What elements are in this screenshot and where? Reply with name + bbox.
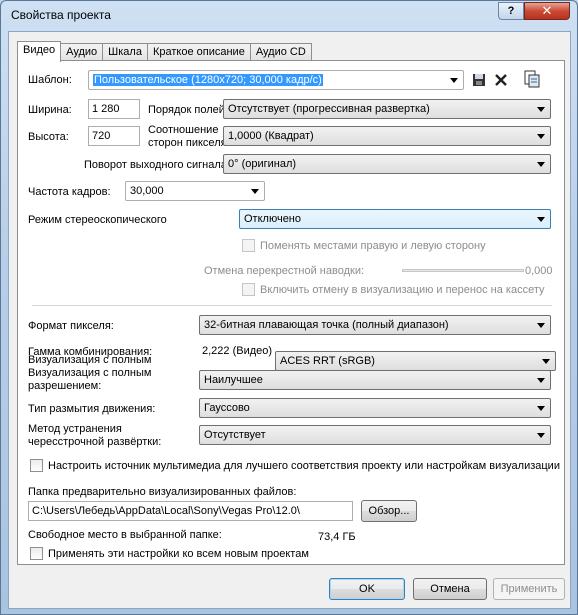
chevron-down-icon [537,134,545,139]
title-bar[interactable]: Свойства проекта ? ✕ [1,1,577,31]
pixel-format-combo[interactable]: 32-битная плавающая точка (полный диапаз… [199,315,551,335]
prerender-folder-input[interactable]: C:\Users\Лебедь\AppData\Local\Sony\Vegas… [28,501,353,521]
pixel-aspect-label-line1: Соотношение [148,124,219,136]
output-rotation-combo[interactable]: 0° (оригинал) [223,154,551,174]
motion-blur-label: Тип размытия движения: [28,403,156,415]
width-label: Ширина: [28,104,72,116]
help-button[interactable]: ? [498,2,524,20]
tab-ruler[interactable]: Шкала [102,43,148,61]
chevron-down-icon [537,323,545,328]
apply-all-checkbox[interactable] [30,547,43,560]
apply-all-label: Применять эти настройки ко всем новым пр… [48,548,309,560]
crosstalk-render-checkbox[interactable] [242,283,255,296]
template-value: Пользовательское (1280x720; 30,000 кадр/… [93,74,323,86]
frame-rate-combo[interactable]: 30,000 [125,181,265,201]
height-input[interactable]: 720 [88,126,140,146]
stereo-mode-label: Режим стереоскопического [28,214,167,226]
deinterlace-value: Отсутствует [204,429,266,441]
deinterlace-combo[interactable]: Отсутствует [199,425,551,445]
crosstalk-render-label: Включить отмену в визуализацию и перенос… [260,284,545,296]
output-rotation-label: Поворот выходного сигнала: [84,159,230,171]
swap-lr-label: Поменять местами правую и левую сторону [260,240,486,252]
separator [32,305,552,306]
apply-button[interactable]: Применить [493,578,565,600]
browse-button[interactable]: Обзор... [361,500,417,522]
crosstalk-value: 0,000 [525,265,553,277]
template-combo[interactable]: Пользовательское (1280x720; 30,000 кадр/… [88,70,464,90]
chevron-down-icon [537,107,545,112]
view-transform-label: Визуализация с полным [28,354,152,366]
adjust-media-checkbox[interactable] [30,459,43,472]
window-title: Свойства проекта [11,8,111,22]
frame-rate-value: 30,000 [130,185,164,197]
prerender-folder-label: Папка предварительно визуализированных ф… [28,486,297,498]
match-media-settings-icon[interactable] [522,69,540,88]
swap-lr-checkbox[interactable] [242,239,255,252]
cancel-button[interactable]: Отмена [413,578,487,600]
stereo-mode-combo[interactable]: Отключено [239,209,551,229]
height-label: Высота: [28,131,69,143]
free-space-label: Свободное место в выбранной папке: [28,529,222,541]
chevron-down-icon [537,433,545,438]
pixel-aspect-combo[interactable]: 1,0000 (Квадрат) [223,126,551,146]
view-transform-value: ACES RRT (sRGB) [280,355,375,367]
render-quality-combo[interactable]: Наилучшее [199,370,551,390]
deinterlace-label-line2: чересстрочной развёртки: [28,436,162,448]
compositing-gamma-value: 2,222 (Видео) [202,345,273,357]
view-transform-combo[interactable]: ACES RRT (sRGB) [275,351,556,371]
tab-strip: Видео Аудио Шкала Краткое описание Аудио… [17,41,312,62]
chevron-down-icon [537,406,545,411]
pixel-aspect-value: 1,0000 (Квадрат) [228,130,314,142]
field-order-combo[interactable]: Отсутствует (прогрессивная развертка) [223,99,551,119]
chevron-down-icon [537,162,545,167]
pixel-format-value: 32-битная плавающая точка (полный диапаз… [204,319,449,331]
video-tab-panel: Шаблон: Пользовательское (1280x720; 30,0… [17,60,565,565]
chevron-down-icon [450,78,458,83]
motion-blur-value: Гауссово [204,402,250,414]
chevron-down-icon [537,378,545,383]
save-template-icon[interactable] [470,71,488,89]
render-quality-label-line1: Визуализация с полным [28,367,152,379]
dialog-client-area: Видео Аудио Шкала Краткое описание Аудио… [8,31,571,609]
template-label: Шаблон: [28,74,72,86]
pixel-aspect-label-line2: сторон пикселя: [148,137,230,149]
width-input[interactable]: 1 280 [88,99,140,119]
close-button[interactable]: ✕ [524,2,570,20]
field-order-value: Отсутствует (прогрессивная развертка) [228,103,430,115]
free-space-value: 73,4 ГБ [318,531,356,543]
deinterlace-label-line1: Метод устранения [28,423,122,435]
ok-button[interactable]: OK [329,578,405,600]
project-properties-window: Свойства проекта ? ✕ Видео Аудио Шкала К… [0,0,578,615]
crosstalk-label: Отмена перекрестной наводки: [204,265,365,277]
crosstalk-slider[interactable] [402,269,524,272]
field-order-label: Порядок полей: [148,104,228,116]
render-quality-label-line2: разрешением: [28,380,102,392]
motion-blur-combo[interactable]: Гауссово [199,398,551,418]
delete-template-icon[interactable] [492,71,510,89]
chevron-down-icon [537,217,545,222]
render-quality-value: Наилучшее [204,374,263,386]
tab-audio[interactable]: Аудио [60,43,104,61]
stereo-mode-value: Отключено [244,213,301,225]
tab-video[interactable]: Видео [17,41,62,62]
pixel-format-label: Формат пикселя: [28,320,114,332]
output-rotation-value: 0° (оригинал) [228,158,297,170]
tab-summary[interactable]: Краткое описание [146,43,251,61]
chevron-down-icon [542,359,550,364]
chevron-down-icon [251,189,259,194]
adjust-media-label: Настроить источник мультимедиа для лучше… [48,460,560,472]
tab-audio-cd[interactable]: Аудио CD [249,43,312,61]
frame-rate-label: Частота кадров: [28,186,111,198]
